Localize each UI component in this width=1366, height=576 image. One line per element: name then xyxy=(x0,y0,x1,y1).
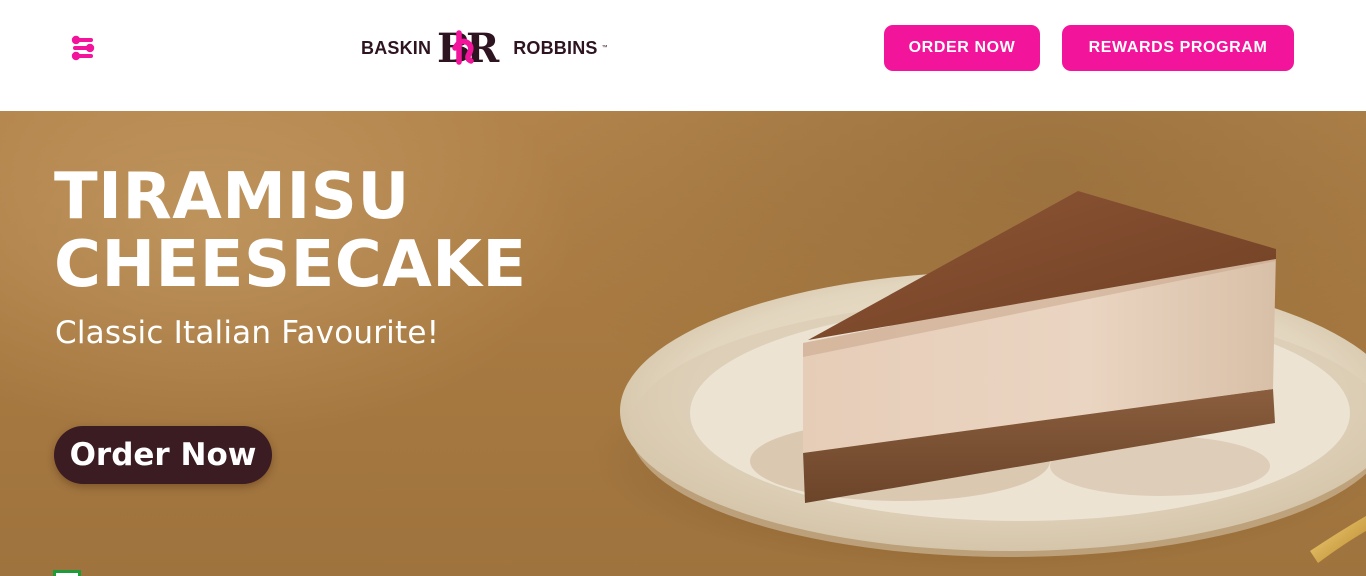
baskin-robbins-logo[interactable]: BASKIN B R ROBBINS ™ xyxy=(361,28,608,68)
logo-text-baskin: BASKIN xyxy=(361,37,432,58)
trademark-symbol: ™ xyxy=(601,45,608,51)
hero-banner[interactable]: TIRAMISU CHEESECAKE Classic Italian Favo… xyxy=(0,111,1366,576)
menu-button[interactable] xyxy=(64,30,102,66)
hero-order-now-button[interactable]: Order Now xyxy=(54,426,272,484)
rewards-program-button[interactable]: REWARDS PROGRAM xyxy=(1062,25,1294,71)
site-header: BASKIN B R ROBBINS ™ ORDER NOW REWARDS P… xyxy=(0,0,1366,111)
order-now-button[interactable]: ORDER NOW xyxy=(884,25,1040,71)
veg-symbol-icon xyxy=(53,570,81,576)
hero-subtitle: Classic Italian Favourite! xyxy=(55,315,440,351)
br-monogram-logo: B R xyxy=(437,28,500,68)
menu-sliders-icon xyxy=(71,35,95,61)
hero-title: TIRAMISU CHEESECAKE xyxy=(54,160,527,302)
logo-text-robbins: ROBBINS xyxy=(513,37,598,58)
